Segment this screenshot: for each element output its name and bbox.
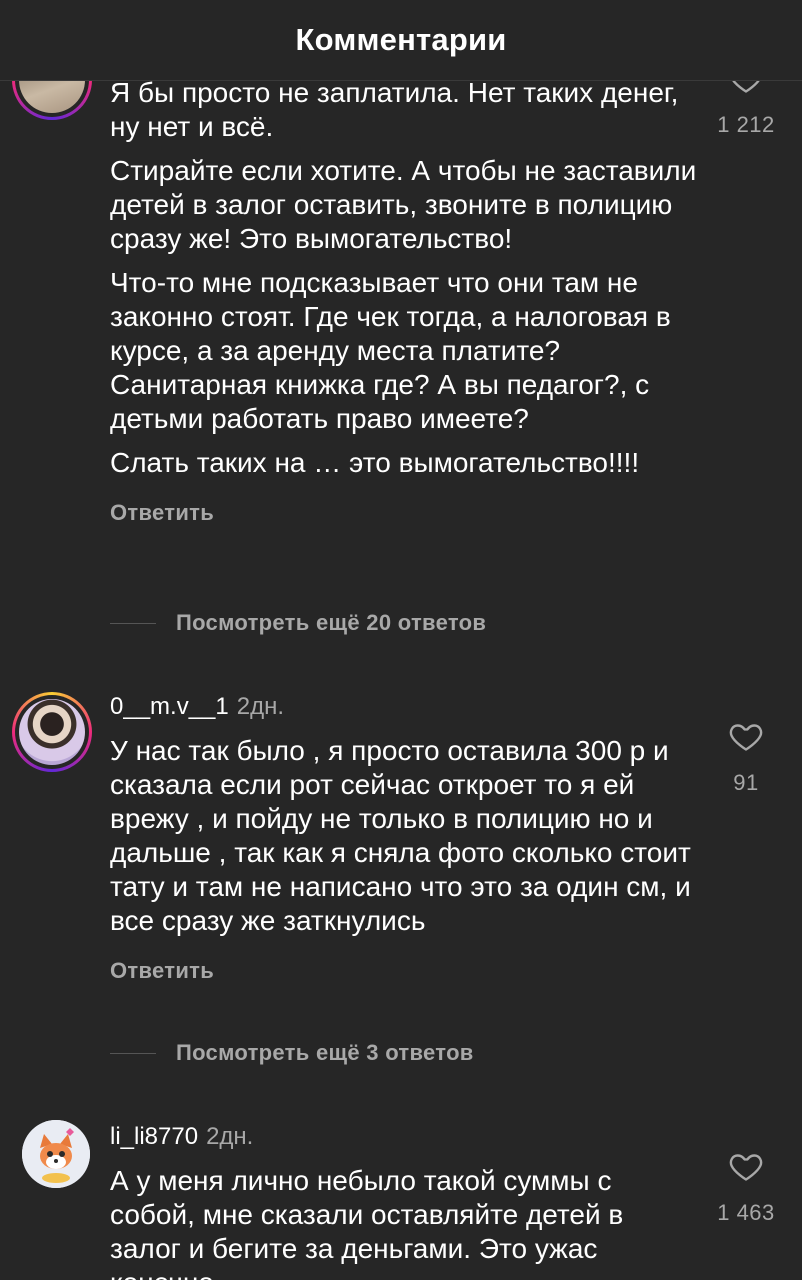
heart-icon[interactable] <box>728 718 764 754</box>
comment-text: А у меня лично небыло такой суммы с собо… <box>110 1165 624 1280</box>
like-area: 1 463 <box>706 1148 786 1226</box>
view-more-replies[interactable]: Посмотреть ещё 3 ответов <box>110 1040 474 1066</box>
like-count: 1 463 <box>717 1200 775 1225</box>
view-more-replies[interactable]: Посмотреть ещё 20 ответов <box>110 610 486 636</box>
like-area: 91 <box>706 718 786 796</box>
page-title: Комментарии <box>295 22 507 57</box>
comment-text: Слать таких на … это вымогательство!!!! <box>110 447 640 478</box>
comment-text: Я бы просто не заплатила. Нет таких дене… <box>110 77 679 142</box>
comments-list[interactable]: Я бы просто не заплатила. Нет таких дене… <box>0 0 802 1280</box>
heart-icon[interactable] <box>728 1148 764 1184</box>
comment-age: 2дн. <box>236 693 285 720</box>
like-count: 91 <box>733 770 759 795</box>
reply-button[interactable]: Ответить <box>110 500 700 526</box>
reply-button[interactable]: Ответить <box>110 958 700 984</box>
fox-avatar-icon <box>22 1120 90 1188</box>
like-count: 1 212 <box>717 112 775 137</box>
header: Комментарии <box>0 0 802 81</box>
comment-age: 2дн. <box>206 1123 254 1150</box>
username[interactable]: 0__m.v__1 <box>110 693 229 720</box>
username[interactable]: li_li8770 <box>110 1123 198 1150</box>
avatar[interactable] <box>12 692 92 772</box>
avatar[interactable] <box>22 1120 90 1188</box>
comment-text: Стирайте если хотите. А чтобы не застави… <box>110 155 697 254</box>
comment-text: У нас так было , я просто оставила 300 р… <box>110 735 691 936</box>
comment-text: Что-то мне подсказывает что они там не з… <box>110 267 671 434</box>
